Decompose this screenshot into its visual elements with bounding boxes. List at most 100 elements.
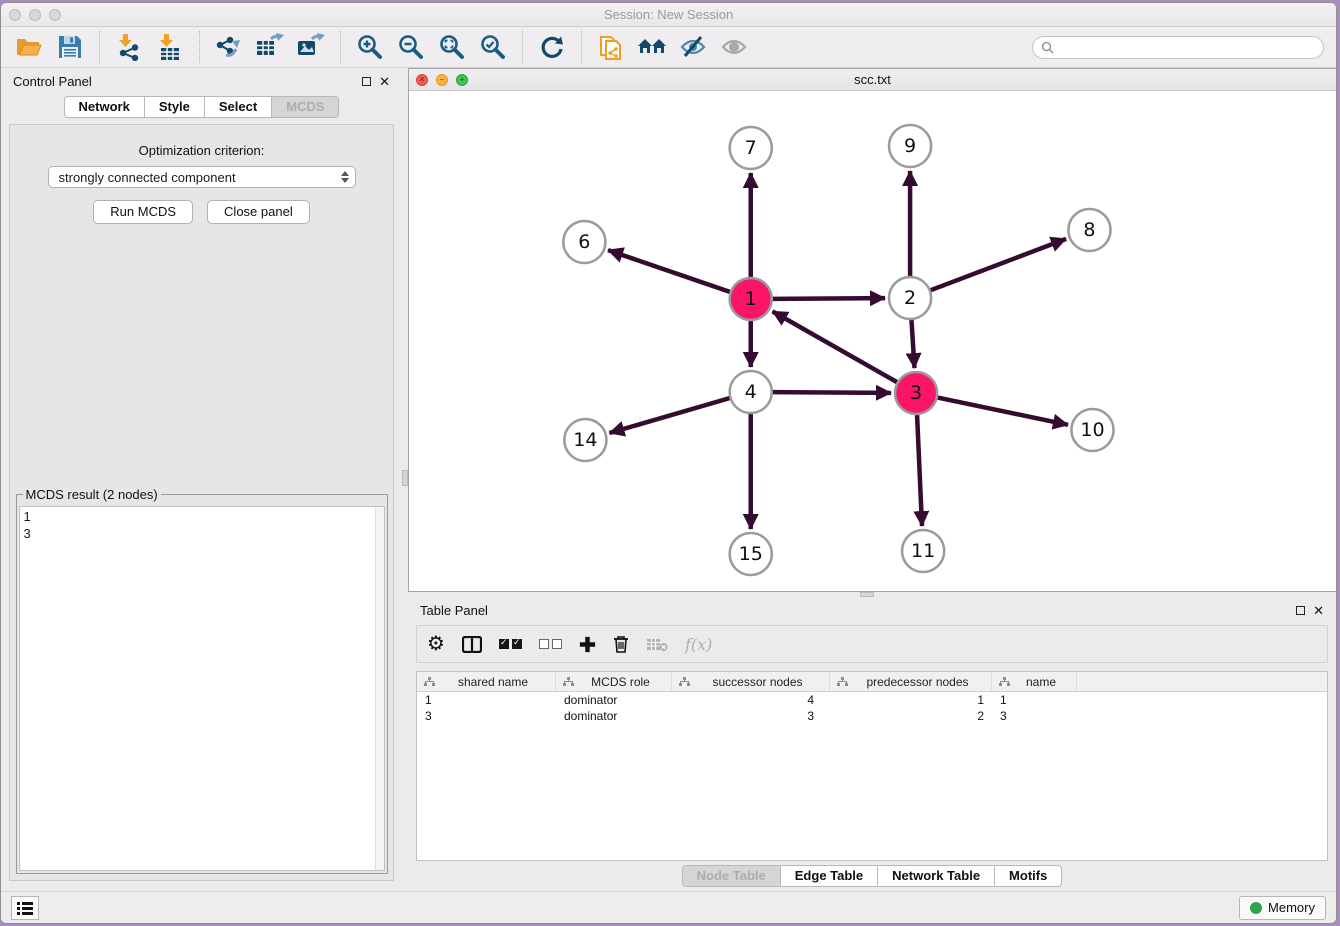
table-panel-header: Table Panel ✕ — [408, 597, 1336, 623]
table-cell[interactable]: dominator — [556, 708, 672, 724]
edge-3-11[interactable] — [917, 415, 922, 526]
tab-mcds[interactable]: MCDS — [272, 96, 339, 118]
export-table-icon[interactable] — [254, 31, 286, 63]
network-graph[interactable]: 7 9 6 8 1 2 4 3 14 10 15 11 — [409, 91, 1336, 591]
node-3[interactable]: 3 — [895, 372, 937, 414]
node-1[interactable]: 1 — [730, 278, 772, 320]
column-header-predecessor-nodes[interactable]: predecessor nodes — [830, 672, 992, 691]
zoom-fit-icon[interactable] — [436, 31, 468, 63]
hide-selected-icon[interactable] — [677, 31, 709, 63]
open-session-icon[interactable] — [13, 31, 45, 63]
edge-3-10[interactable] — [938, 398, 1068, 425]
vertical-splitter-handle[interactable] — [402, 470, 408, 486]
zoom-out-icon[interactable] — [395, 31, 427, 63]
duplicate-network-icon[interactable] — [595, 31, 627, 63]
table-cell[interactable]: 1 — [417, 692, 556, 708]
search-input[interactable] — [1059, 40, 1315, 54]
mcds-result-textarea[interactable]: 1 3 — [19, 506, 385, 871]
network-close-button[interactable]: ✕ — [416, 74, 428, 86]
result-scrollbar[interactable] — [375, 507, 384, 870]
optimization-criterion-label: Optimization criterion: — [139, 143, 265, 158]
node-table[interactable]: shared nameMCDS rolesuccessor nodesprede… — [416, 671, 1328, 861]
tab-motifs[interactable]: Motifs — [995, 865, 1062, 887]
close-panel-button[interactable]: Close panel — [207, 200, 310, 224]
add-column-icon[interactable] — [579, 631, 596, 657]
toolbar-separator — [581, 31, 582, 63]
node-4[interactable]: 4 — [730, 371, 772, 413]
table-cell[interactable]: dominator — [556, 692, 672, 708]
task-history-button[interactable] — [11, 896, 39, 920]
edge-2-3[interactable] — [911, 320, 914, 368]
network-minimize-button[interactable]: − — [436, 74, 448, 86]
table-cell[interactable]: 1 — [830, 692, 992, 708]
column-header-name[interactable]: name — [992, 672, 1077, 691]
horizontal-splitter-handle[interactable] — [860, 592, 874, 597]
table-row[interactable]: 3dominator323 — [417, 708, 1327, 724]
tab-edge-table[interactable]: Edge Table — [781, 865, 878, 887]
edge-2-8[interactable] — [931, 239, 1066, 290]
network-canvas[interactable]: 7 9 6 8 1 2 4 3 14 10 15 11 — [409, 91, 1336, 591]
select-all-icon[interactable] — [499, 631, 522, 657]
tab-network[interactable]: Network — [64, 96, 145, 118]
horizontal-splitter[interactable] — [408, 592, 1336, 597]
export-network-icon[interactable] — [213, 31, 245, 63]
tab-select[interactable]: Select — [205, 96, 272, 118]
node-10[interactable]: 10 — [1071, 409, 1113, 451]
node-6[interactable]: 6 — [563, 221, 605, 263]
zoom-in-icon[interactable] — [354, 31, 386, 63]
tab-node-table[interactable]: Node Table — [682, 865, 781, 887]
tab-network-table[interactable]: Network Table — [878, 865, 995, 887]
table-cell[interactable]: 2 — [830, 708, 992, 724]
network-zoom-button[interactable]: + — [456, 74, 468, 86]
import-table-icon[interactable] — [154, 31, 186, 63]
table-cell[interactable]: 3 — [672, 708, 830, 724]
column-chooser-icon[interactable] — [462, 631, 482, 657]
column-header-successor-nodes[interactable]: successor nodes — [672, 672, 830, 691]
import-network-icon[interactable] — [113, 31, 145, 63]
node-2[interactable]: 2 — [889, 277, 931, 319]
delete-column-icon[interactable] — [613, 631, 629, 657]
node-11[interactable]: 11 — [902, 530, 944, 572]
close-window-button[interactable] — [9, 9, 21, 21]
deselect-all-icon[interactable] — [539, 631, 562, 657]
table-toolbar: ⚙ f(x) — [416, 625, 1328, 663]
tab-style[interactable]: Style — [145, 96, 205, 118]
refresh-icon[interactable] — [536, 31, 568, 63]
table-header: shared nameMCDS rolesuccessor nodesprede… — [417, 672, 1327, 692]
save-session-icon[interactable] — [54, 31, 86, 63]
show-all-icon[interactable] — [718, 31, 750, 63]
close-panel-icon[interactable]: ✕ — [379, 75, 390, 88]
table-cell[interactable]: 3 — [417, 708, 556, 724]
vertical-splitter[interactable] — [402, 68, 408, 891]
float-panel-icon[interactable] — [362, 77, 371, 86]
edge-4-14[interactable] — [609, 398, 729, 433]
node-7[interactable]: 7 — [730, 127, 772, 169]
zoom-selected-icon[interactable] — [477, 31, 509, 63]
column-header-MCDS-role[interactable]: MCDS role — [556, 672, 672, 691]
edge-4-3[interactable] — [773, 392, 891, 393]
float-table-panel-icon[interactable] — [1296, 606, 1305, 615]
run-mcds-button[interactable]: Run MCDS — [93, 200, 193, 224]
close-table-panel-icon[interactable]: ✕ — [1313, 604, 1324, 617]
table-cell[interactable]: 3 — [992, 708, 1077, 724]
edge-3-1[interactable] — [773, 311, 897, 382]
settings-gear-icon[interactable]: ⚙ — [427, 631, 445, 657]
table-row[interactable]: 1dominator411 — [417, 692, 1327, 708]
export-image-icon[interactable] — [295, 31, 327, 63]
node-9[interactable]: 9 — [889, 125, 931, 167]
first-neighbors-icon[interactable] — [636, 31, 668, 63]
memory-button[interactable]: Memory — [1239, 896, 1326, 920]
node-15[interactable]: 15 — [730, 533, 772, 575]
table-cell[interactable]: 4 — [672, 692, 830, 708]
edge-1-2[interactable] — [773, 298, 885, 299]
column-header-shared-name[interactable]: shared name — [417, 672, 556, 691]
node-14[interactable]: 14 — [564, 419, 606, 461]
zoom-window-button[interactable] — [49, 9, 61, 21]
edge-1-6[interactable] — [608, 250, 730, 292]
criterion-dropdown[interactable]: strongly connected component — [48, 166, 356, 188]
node-8[interactable]: 8 — [1068, 209, 1110, 251]
minimize-window-button[interactable] — [29, 9, 41, 21]
table-cell[interactable]: 1 — [992, 692, 1077, 708]
search-box[interactable] — [1032, 36, 1324, 59]
network-window-titlebar[interactable]: ✕ − + scc.txt — [409, 69, 1336, 91]
